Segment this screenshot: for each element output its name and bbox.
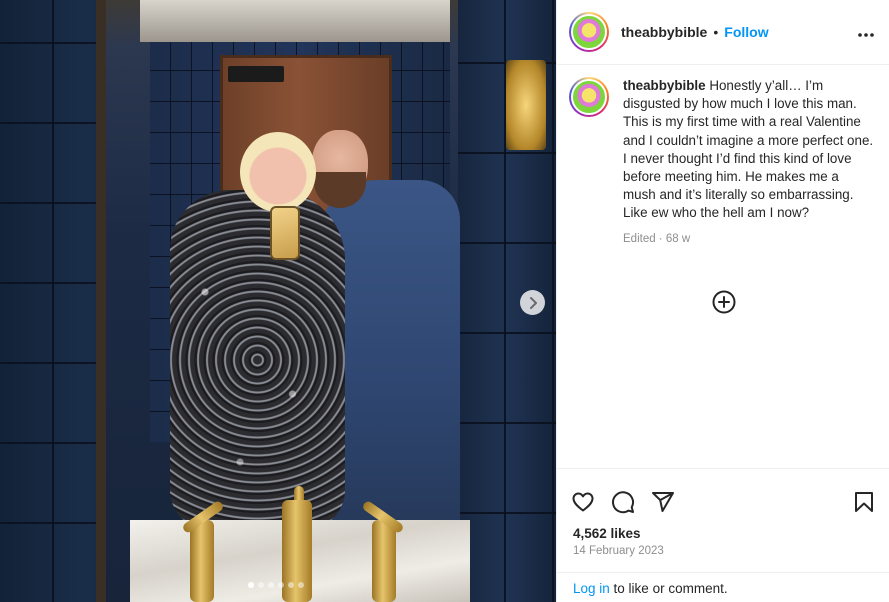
carousel-dots (248, 582, 304, 588)
header-username[interactable]: theabbybible (621, 24, 707, 40)
avatar-image (571, 14, 607, 50)
comment-icon (612, 491, 635, 514)
caption-block: theabbybible Honestly y’all… I’m disgust… (557, 65, 889, 248)
header-separator: • (713, 24, 719, 40)
caption-avatar[interactable] (569, 77, 609, 117)
caption-meta: Edited · 68 w (623, 230, 875, 248)
caption-username[interactable]: theabbybible (623, 78, 706, 93)
woman-head (240, 132, 316, 212)
faucet-right (372, 520, 396, 602)
chevron-right-icon (529, 296, 537, 309)
more-horizontal-icon (858, 33, 874, 37)
carousel-next-button[interactable] (520, 290, 545, 315)
post-date[interactable]: 14 February 2023 (557, 541, 889, 557)
carousel-dot[interactable] (268, 582, 274, 588)
carousel-dot[interactable] (288, 582, 294, 588)
save-button[interactable] (852, 490, 876, 514)
wall-lamp (506, 60, 546, 150)
action-bar (557, 469, 889, 521)
carousel-dot[interactable] (298, 582, 304, 588)
actions-section: 4,562 likes 14 February 2023 (557, 468, 889, 557)
phone (270, 206, 300, 260)
post-sidebar: theabbybible • Follow theabbybible Hones… (556, 0, 889, 602)
door-sign (228, 66, 284, 82)
login-prompt: to like or comment. (609, 581, 728, 596)
carousel-dot[interactable] (278, 582, 284, 588)
caption-text-wrap: theabbybible Honestly y’all… I’m disgust… (623, 77, 875, 223)
likes-count[interactable]: 4,562 likes (557, 521, 889, 541)
login-bar: Log in to like or comment. (557, 572, 889, 602)
avatar-image (571, 79, 607, 115)
caption-text: Honestly y’all… I’m disgusted by how muc… (623, 78, 874, 221)
avatar[interactable] (569, 12, 609, 52)
caption-body: theabbybible Honestly y’all… I’m disgust… (623, 77, 875, 248)
like-button[interactable] (571, 490, 595, 514)
time-ago[interactable]: 68 w (666, 233, 690, 245)
post-photo[interactable] (0, 0, 556, 602)
meta-separator: · (655, 232, 666, 245)
share-button[interactable] (651, 490, 675, 514)
post-header: theabbybible • Follow (557, 0, 889, 65)
add-comment-button[interactable] (712, 290, 736, 314)
carousel-dot[interactable] (258, 582, 264, 588)
comment-button[interactable] (611, 490, 635, 514)
login-link[interactable]: Log in (573, 581, 610, 596)
share-icon (652, 492, 674, 512)
faucet-left (190, 520, 214, 602)
heart-icon (572, 492, 594, 512)
bookmark-icon (855, 492, 873, 512)
add-circle-icon (712, 290, 736, 314)
more-options-button[interactable] (857, 22, 875, 42)
edited-label: Edited (623, 232, 656, 245)
follow-button[interactable]: Follow (724, 24, 768, 40)
carousel-dot[interactable] (248, 582, 254, 588)
woman-figure (170, 190, 345, 530)
mirror-ceiling (140, 0, 450, 42)
